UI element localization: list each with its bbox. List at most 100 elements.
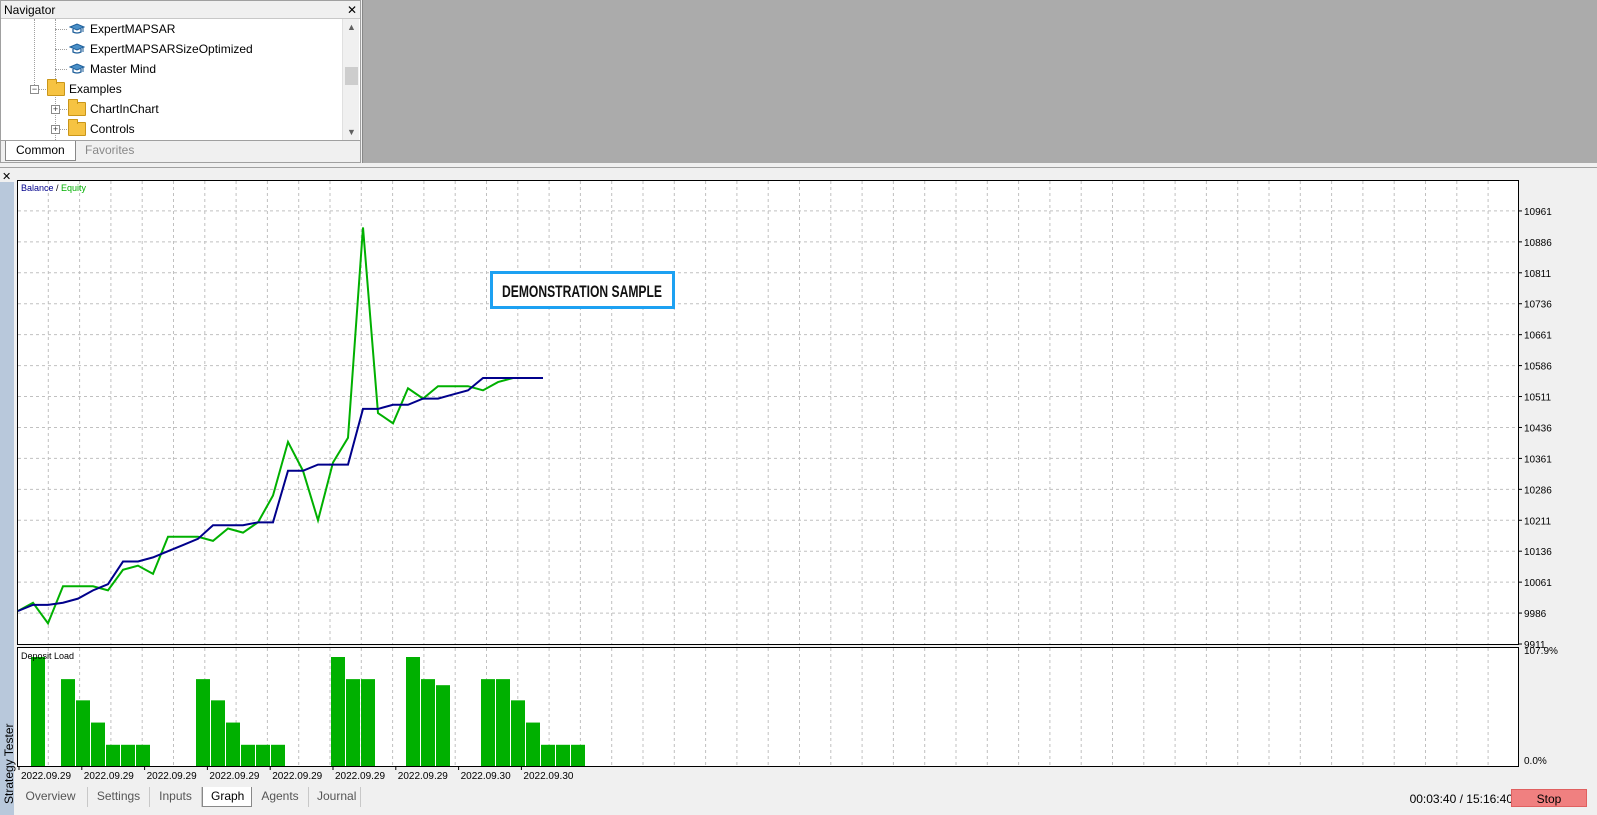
deposit-load-bar: [541, 744, 555, 766]
navigator-tree[interactable]: ExpertMAPSAR ExpertMAPSARSizeOptimized Mas…: [1, 19, 341, 140]
tree-item-label: Master Mind: [90, 62, 157, 76]
tree-item-label: ChartInChart: [90, 102, 159, 116]
tab-settings[interactable]: Settings: [88, 787, 150, 807]
tree-item[interactable]: Master Mind: [68, 59, 156, 79]
deposit-load-bar: [61, 679, 75, 766]
tab-common[interactable]: Common: [5, 141, 76, 161]
legend-equity: Equity: [61, 183, 87, 193]
x-tick-label: 2022.09.29: [272, 771, 322, 782]
y-tick-label: 10811: [1524, 269, 1552, 280]
y-tick-label: 0.0%: [1524, 756, 1547, 767]
x-tick-label: 2022.09.29: [398, 771, 448, 782]
close-icon[interactable]: ✕: [347, 4, 357, 16]
tree-item-label: Controls: [90, 122, 135, 136]
tab-overview[interactable]: Overview: [14, 787, 88, 807]
tree-item[interactable]: ExpertMAPSAR: [68, 19, 175, 39]
deposit-load-bar: [121, 744, 135, 766]
deposit-load-bar: [421, 679, 435, 766]
deposit-load-bar: [226, 722, 240, 766]
tree-item[interactable]: ExpertMAPSARSizeOptimized: [68, 39, 253, 59]
stop-button[interactable]: Stop: [1511, 789, 1587, 807]
y-tick-label: 10511: [1524, 393, 1552, 404]
deposit-load-bar: [526, 722, 540, 766]
navigator-title: Navigator: [4, 2, 56, 17]
strategy-tester-panel: ✕ Strategy Tester 9911 9986 10061 10136 1021…: [0, 167, 1597, 815]
chart-workspace: [362, 0, 1597, 163]
y-tick-label: 10286: [1524, 485, 1552, 496]
chart-legend: Balance / Equity: [21, 183, 87, 193]
legend-separator: /: [54, 183, 62, 193]
deposit-load-bar: [496, 679, 510, 766]
navigator-panel: Navigator ✕ ExpertMAPSAR ExpertMAPSARSize…: [0, 0, 361, 163]
tree-guide-line: [34, 19, 35, 89]
x-tick-label: 2022.09.29: [84, 771, 134, 782]
y-tick-label: 10736: [1524, 300, 1552, 311]
tester-tabs: Overview Settings Inputs Graph Agents Journal…: [14, 787, 1597, 815]
y-tick-label: 10886: [1524, 238, 1552, 249]
navigator-scrollbar[interactable]: ▲ ▼: [342, 19, 359, 140]
scroll-down-icon[interactable]: ▼: [343, 124, 360, 140]
deposit-load-bar: [31, 657, 45, 766]
elapsed-time: 00:03:40 / 15:16:40: [1409, 792, 1513, 806]
y-tick-label: 10061: [1524, 578, 1552, 589]
expert-advisor-icon: [68, 21, 86, 37]
navigator-titlebar: Navigator ✕: [1, 1, 360, 19]
y-tick-label: 9986: [1524, 609, 1547, 620]
y-tick-label: 10961: [1524, 207, 1552, 218]
deposit-load-bar: [196, 679, 210, 766]
deposit-load-bar: [571, 744, 585, 766]
tree-item[interactable]: ChartInChart: [68, 99, 159, 119]
scroll-up-icon[interactable]: ▲: [343, 19, 360, 35]
deposit-load-bar: [211, 700, 225, 766]
deposit-load-bar: [256, 744, 270, 766]
y-tick-label: 10436: [1524, 423, 1552, 434]
deposit-load-bar: [76, 700, 90, 766]
terminal-window: Navigator ✕ ExpertMAPSAR ExpertMAPSARSize…: [0, 0, 1597, 815]
folder-icon: [68, 119, 86, 137]
y-tick-label: 10136: [1524, 547, 1552, 558]
tab-journal[interactable]: Journal: [309, 787, 361, 807]
deposit-load-bar: [346, 679, 360, 766]
tab-inputs[interactable]: Inputs: [150, 787, 202, 807]
expert-advisor-icon: [68, 41, 86, 57]
tree-guide-line: [55, 29, 67, 30]
x-tick-label: 2022.09.29: [21, 771, 71, 782]
navigator-tabs: Common Favorites: [1, 140, 360, 162]
expand-icon[interactable]: +: [51, 125, 60, 134]
strategy-tester-sidebar: Strategy Tester: [0, 182, 16, 815]
x-tick-label: 2022.09.30: [461, 771, 511, 782]
deposit-load-bar: [511, 700, 525, 766]
scroll-thumb[interactable]: [345, 67, 358, 85]
deposit-load-bar: [136, 744, 150, 766]
x-tick-label: 2022.09.29: [209, 771, 259, 782]
deposit-load-bar: [271, 744, 285, 766]
tree-item-label: Examples: [69, 82, 122, 96]
deposit-load-bar: [331, 657, 345, 766]
y-tick-label: 10211: [1524, 516, 1552, 527]
expand-icon[interactable]: +: [51, 105, 60, 114]
tree-item[interactable]: Controls: [68, 119, 135, 139]
tree-item[interactable]: Examples: [47, 79, 122, 99]
folder-icon: [47, 79, 65, 97]
tab-graph[interactable]: Graph: [202, 787, 252, 807]
y-tick-label: 10361: [1524, 454, 1552, 465]
deposit-load-bar: [91, 722, 105, 766]
deposit-load-title: Deposit Load: [21, 651, 74, 661]
y-tick-label: 107.9%: [1524, 646, 1558, 657]
folder-icon: [68, 99, 86, 117]
collapse-icon[interactable]: −: [30, 85, 39, 94]
y-tick-label: 10586: [1524, 362, 1552, 373]
deposit-load-bar: [556, 744, 570, 766]
x-tick-label: 2022.09.29: [147, 771, 197, 782]
expert-advisor-icon: [68, 61, 86, 77]
deposit-load-bar: [106, 744, 120, 766]
y-tick-label: 10661: [1524, 331, 1552, 342]
x-tick-label: 2022.09.30: [523, 771, 573, 782]
tab-agents[interactable]: Agents: [252, 787, 309, 807]
tree-guide-line: [55, 49, 67, 50]
graph-area: 9911 9986 10061 10136 10211 10286 10361 10436 10…: [17, 175, 1597, 786]
tab-favorites[interactable]: Favorites: [75, 141, 144, 161]
x-tick-label: 2022.09.29: [335, 771, 385, 782]
deposit-load-bar: [241, 744, 255, 766]
equity-plot-frame: [17, 180, 1519, 645]
